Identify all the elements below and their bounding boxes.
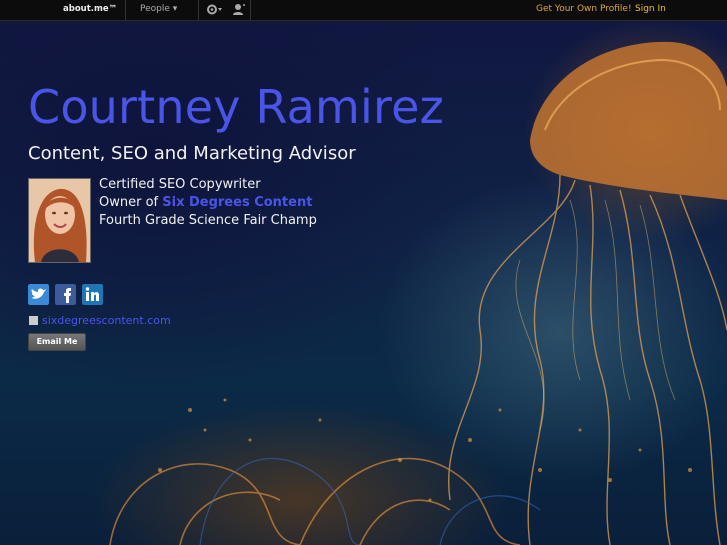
get-own-profile-link[interactable]: Get Your Own Profile! [536,4,632,14]
top-navigation-bar: about.me™ People ▾ Get Your Own Profile!… [0,0,727,21]
company-link[interactable]: Six Degrees Content [162,195,312,210]
linkedin-icon[interactable] [82,284,103,305]
facebook-icon[interactable] [55,284,76,305]
website-link[interactable]: sixdegreescontent.com [42,314,171,327]
aboutme-logo[interactable]: about.me™ [63,4,117,14]
avatar-photo [29,179,90,262]
bio-owner-prefix: Owner of [99,195,163,210]
gear-icon[interactable] [206,3,224,16]
profile-headline: Content, SEO and Marketing Advisor [28,143,356,164]
external-link-icon [29,316,38,325]
divider [198,0,199,20]
avatar [28,178,91,263]
profile-name: Courtney Ramirez [28,80,444,134]
bio-line: Fourth Grade Science Fair Champ [99,213,317,228]
profile-bio: Certified SEO Copywriter Owner of Six De… [99,176,317,230]
divider [250,0,251,20]
people-menu[interactable]: People ▾ [140,4,177,14]
divider [125,0,126,20]
bio-line: Certified SEO Copywriter [99,177,261,192]
person-icon[interactable] [232,3,246,16]
sign-in-link[interactable]: Sign In [635,4,666,14]
email-me-button[interactable]: Email Me [28,333,86,351]
bio-line: Owner of Six Degrees Content [99,194,317,212]
twitter-icon[interactable] [28,284,49,305]
